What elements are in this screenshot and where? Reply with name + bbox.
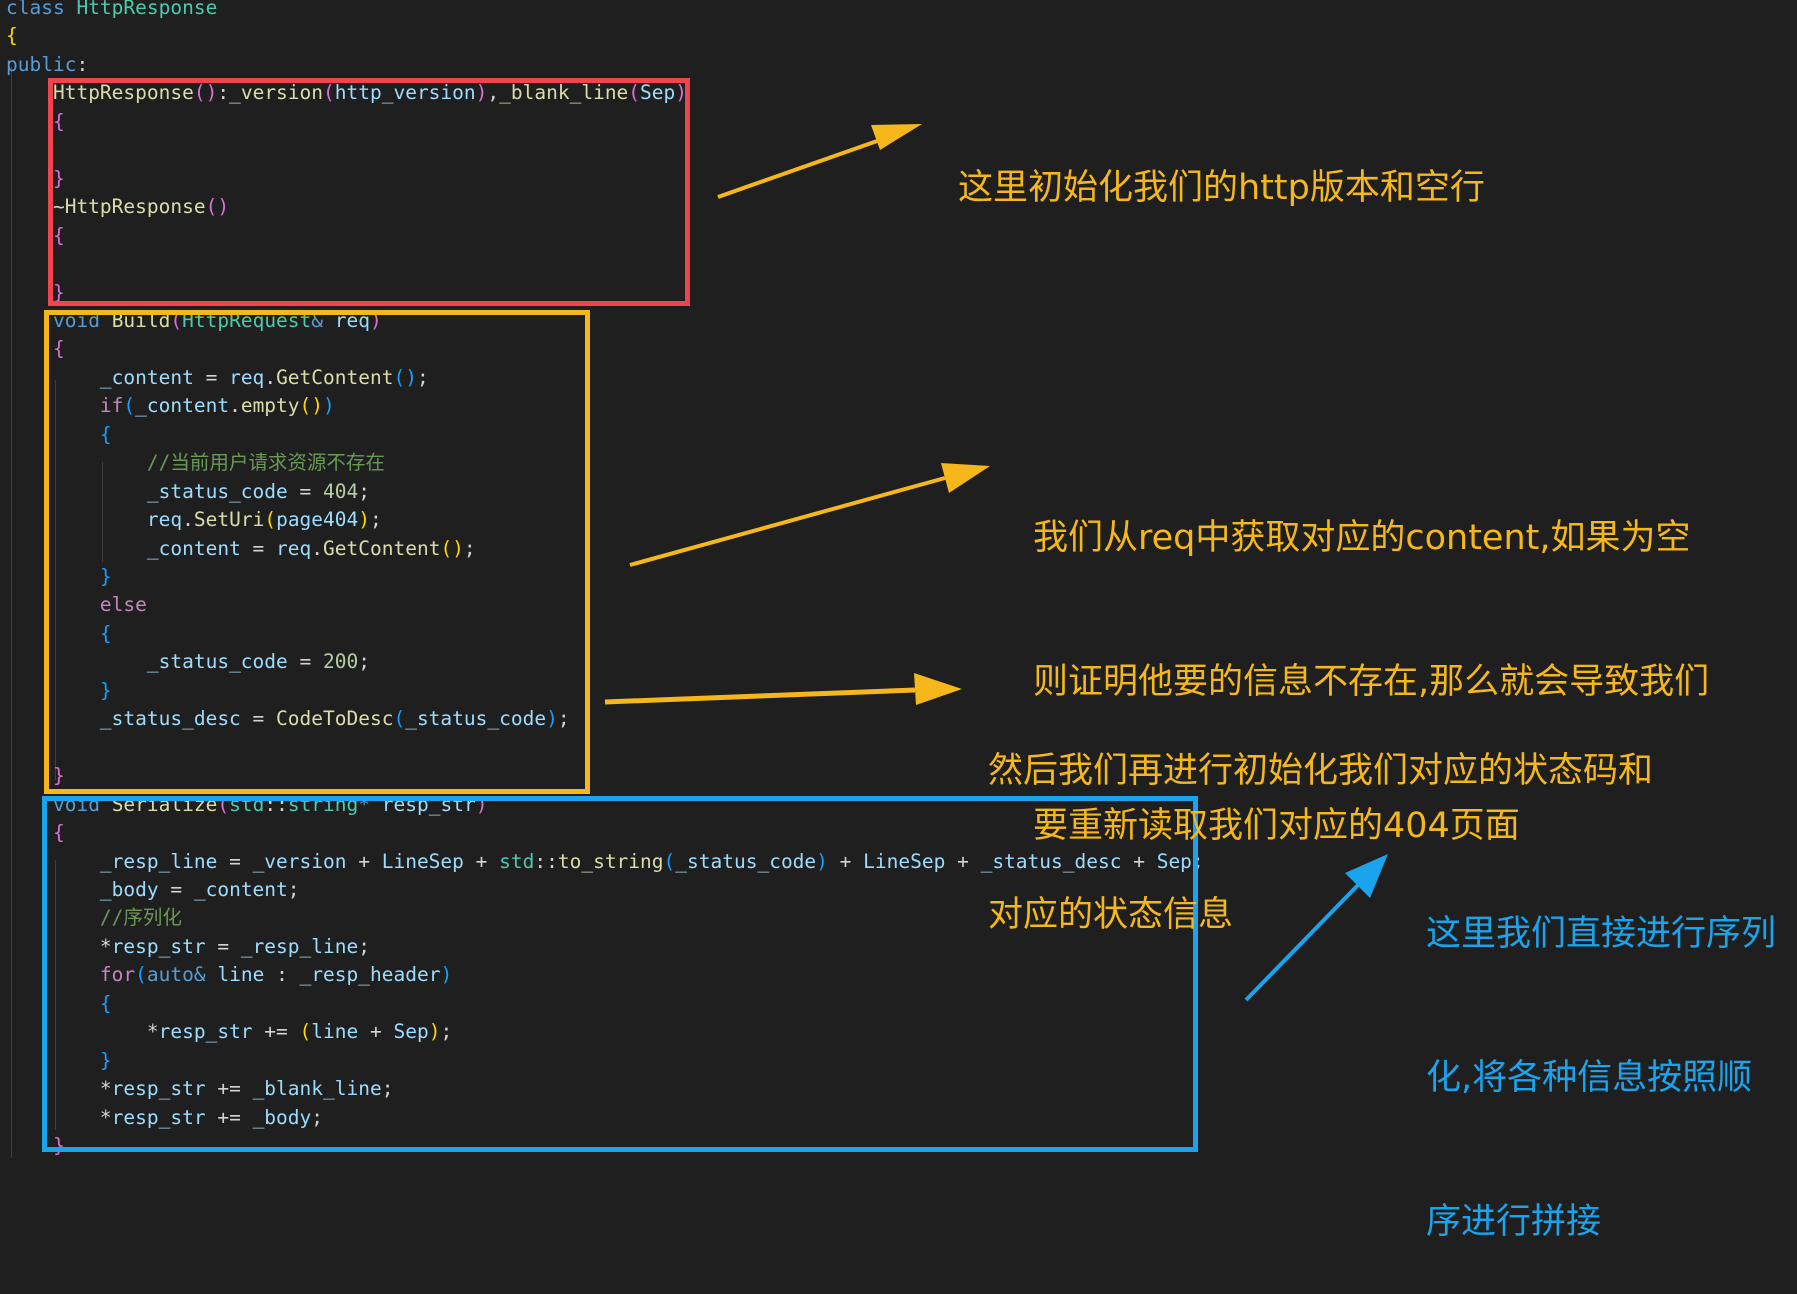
constructor-note: 这里初始化我们的http版本和空行 (958, 68, 1485, 260)
constructor-highlight-box (48, 78, 690, 306)
note-line: 这里初始化我们的http版本和空行 (958, 168, 1485, 208)
note-line: 然后我们再进行初始化我们对应的状态码和 (988, 751, 1654, 791)
build-highlight-box (44, 310, 590, 794)
code-line[interactable]: { (6, 22, 18, 50)
serialize-note: 这里我们直接进行序列 化,将各种信息按照顺 序进行拼接 (1426, 814, 1776, 1294)
code-token: public (6, 52, 77, 76)
note-line: 序进行拼接 (1426, 1202, 1602, 1242)
code-line[interactable]: public: (6, 51, 88, 79)
note-line: 化,将各种信息按照顺 (1426, 1058, 1753, 1098)
code-token: : (76, 52, 89, 76)
code-token: { (6, 24, 18, 48)
note-line: 这里我们直接进行序列 (1426, 914, 1777, 954)
code-token: HttpResponse (76, 0, 218, 19)
note-line: 我们从req中获取对应的content,如果为空 (1033, 518, 1691, 558)
code-token: class (6, 0, 65, 19)
code-line[interactable]: class HttpResponse (6, 0, 217, 22)
